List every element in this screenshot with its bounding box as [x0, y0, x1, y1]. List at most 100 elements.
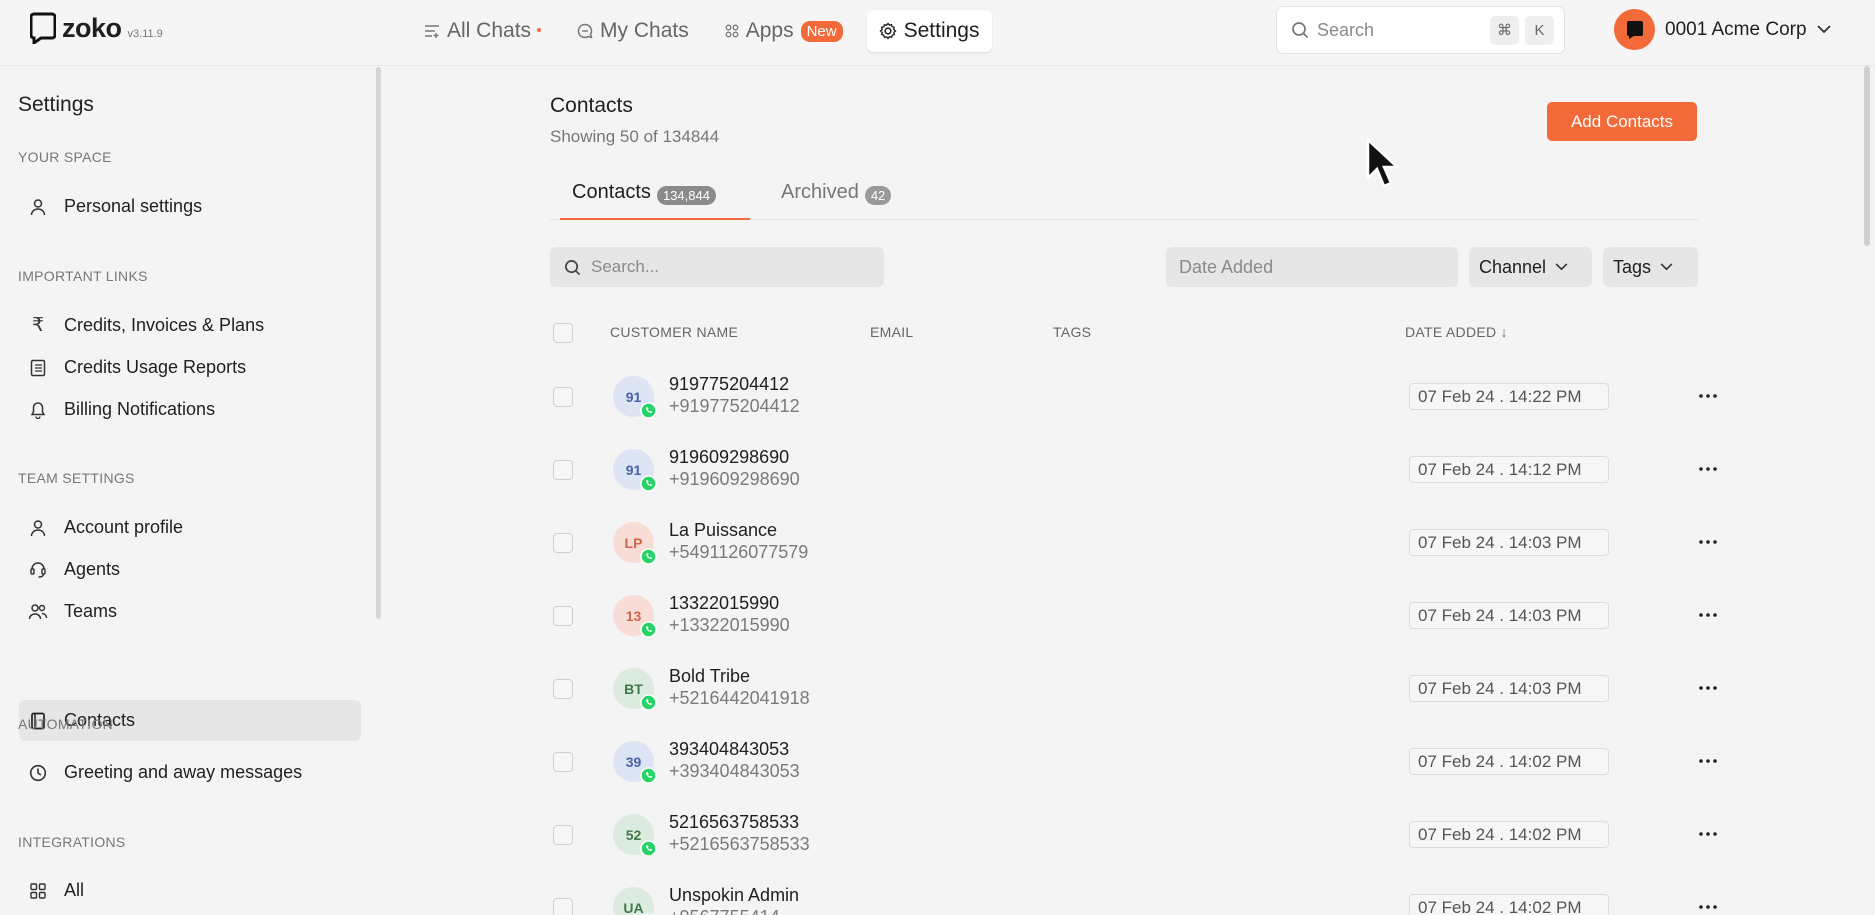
more-options-icon[interactable] [1697, 604, 1719, 626]
row-checkbox[interactable] [553, 533, 573, 553]
contacts-search-input[interactable]: Search... [550, 247, 884, 287]
date-added-value: 07 Feb 24 . 14:12 PM [1409, 456, 1609, 483]
more-options-icon[interactable] [1697, 896, 1719, 915]
whatsapp-icon [640, 402, 657, 419]
contact-name[interactable]: 919609298690 [669, 447, 789, 468]
contact-name[interactable]: 919775204412 [669, 374, 789, 395]
contact-name[interactable]: Bold Tribe [669, 666, 750, 687]
row-checkbox[interactable] [553, 606, 573, 626]
add-contacts-button[interactable]: Add Contacts [1547, 102, 1697, 141]
row-checkbox[interactable] [553, 752, 573, 772]
date-added-filter[interactable]: Date Added [1166, 247, 1458, 287]
sidebar-item-label: Personal settings [64, 196, 203, 216]
more-options-icon[interactable] [1697, 531, 1719, 553]
nav-apps[interactable]: Apps New [713, 10, 855, 52]
page-scrollbar[interactable] [1864, 66, 1870, 246]
more-options-icon[interactable] [1697, 750, 1719, 772]
contact-phone: +5216563758533 [669, 834, 810, 854]
row-checkbox[interactable] [553, 679, 573, 699]
contact-phone: +919775204412 [669, 396, 800, 416]
k-key-hint: K [1525, 15, 1554, 45]
table-row[interactable]: 39 393404843053 +393404843053 07 Feb 24 . 1… [0, 730, 1875, 803]
contact-phone: +5216442041918 [669, 688, 810, 708]
row-checkbox[interactable] [553, 825, 573, 845]
contact-name[interactable]: Unspokin Admin [669, 885, 799, 906]
contact-phone: +13322015990 [669, 615, 790, 635]
contact-name[interactable]: 13322015990 [669, 593, 779, 614]
new-badge: New [800, 20, 843, 42]
nav-settings[interactable]: Settings [866, 10, 992, 52]
contact-phone: +9567755414 [669, 907, 780, 915]
avatar-initials: 39 [625, 753, 642, 770]
tags-dropdown-label: Tags [1613, 256, 1652, 277]
table-row[interactable]: 13 13322015990 +13322015990 07 Feb 24 . 14:… [0, 584, 1875, 657]
contact-name[interactable]: 5216563758533 [669, 812, 799, 833]
row-checkbox[interactable] [553, 898, 573, 915]
more-options-icon[interactable] [1697, 458, 1719, 480]
column-header-tags[interactable]: TAGS [1053, 324, 1091, 340]
tab-contacts[interactable]: Contacts 134,844 [560, 181, 750, 220]
date-added-value: 07 Feb 24 . 14:02 PM [1409, 748, 1609, 775]
select-all-checkbox[interactable] [553, 323, 573, 343]
sidebar-item-label: Credits, Invoices & Plans [64, 315, 265, 335]
nav-all-chats[interactable]: All Chats [412, 10, 553, 52]
whatsapp-icon [640, 475, 657, 492]
column-header-date-added[interactable]: DATE ADDED ↓ [1405, 324, 1508, 340]
date-added-value: 07 Feb 24 . 14:03 PM [1409, 602, 1609, 629]
contact-name[interactable]: 393404843053 [669, 739, 789, 760]
more-options-icon[interactable] [1697, 677, 1719, 699]
table-row[interactable]: 52 5216563758533 +5216563758533 07 Feb 24 .… [0, 803, 1875, 876]
column-header-email[interactable]: EMAIL [870, 324, 914, 340]
tab-contacts-count: 134,844 [656, 186, 716, 205]
row-checkbox[interactable] [553, 460, 573, 480]
mouse-pointer-icon [1366, 138, 1400, 188]
nav-my-chats-label: My Chats [600, 19, 689, 42]
nav-settings-label: Settings [903, 19, 980, 42]
tab-archived-label: Archived [781, 181, 859, 203]
table-row[interactable]: 91 919775204412 +919775204412 07 Feb 24 . 1… [0, 365, 1875, 438]
page-title: Contacts [550, 94, 633, 117]
account-avatar [1614, 9, 1655, 50]
avatar-initials: 52 [625, 826, 642, 843]
zoko-logo-icon [30, 12, 56, 44]
tags-dropdown[interactable]: Tags [1603, 247, 1698, 287]
search-icon [1292, 22, 1309, 39]
sidebar-item-credits-invoices[interactable]: ₹ Credits, Invoices & Plans [19, 305, 361, 346]
avatar: 91 [613, 376, 657, 419]
avatar: BT [613, 668, 657, 711]
whatsapp-icon [640, 767, 657, 784]
date-added-value: 07 Feb 24 . 14:02 PM [1409, 821, 1609, 848]
tab-archived[interactable]: Archived 42 [781, 181, 892, 220]
sidebar-title: Settings [18, 93, 94, 116]
app-name: zoko [62, 13, 122, 43]
sidebar-item-personal-settings[interactable]: Personal settings [19, 186, 361, 227]
whatsapp-icon [640, 694, 657, 711]
tab-archived-count: 42 [864, 186, 892, 205]
tab-contacts-label: Contacts [572, 181, 651, 203]
table-row[interactable]: UA Unspokin Admin+9567755414 07 Feb 24 . 1… [0, 876, 1875, 915]
row-checkbox[interactable] [553, 387, 573, 407]
table-row[interactable]: LP La Puissance +5491126077579 07 Feb 24 . … [0, 511, 1875, 584]
account-logo-icon [1626, 20, 1643, 39]
rupee-icon: ₹ [31, 315, 45, 336]
nav-all-chats-label: All Chats [447, 19, 532, 42]
date-added-value: 07 Feb 24 . 14:03 PM [1409, 529, 1609, 556]
chevron-down-icon [1555, 263, 1568, 271]
column-header-customer-name[interactable]: CUSTOMER NAME [610, 324, 738, 340]
table-row[interactable]: 91 919609298690 +919609298690 07 Feb 24 . 1… [0, 438, 1875, 511]
avatar-initials: 13 [625, 607, 642, 624]
more-options-icon[interactable] [1697, 385, 1719, 407]
avatar: LP [613, 522, 657, 565]
app-logo[interactable]: zoko v3.11.9 [30, 12, 163, 44]
channel-dropdown[interactable]: Channel [1469, 247, 1592, 287]
gear-icon [879, 22, 897, 40]
chevron-down-icon [1660, 263, 1673, 271]
contact-name[interactable]: La Puissance [669, 520, 777, 541]
global-search[interactable]: Search ⌘ K [1276, 6, 1565, 54]
account-switcher[interactable]: 0001 Acme Corp [1614, 9, 1831, 50]
table-row[interactable]: BT Bold Tribe +5216442041918 07 Feb 24 . 14… [0, 657, 1875, 730]
nav-my-chats[interactable]: My Chats [565, 10, 701, 52]
more-options-icon[interactable] [1697, 823, 1719, 845]
avatar: UA [613, 887, 654, 915]
avatar-initials: 91 [625, 388, 642, 405]
